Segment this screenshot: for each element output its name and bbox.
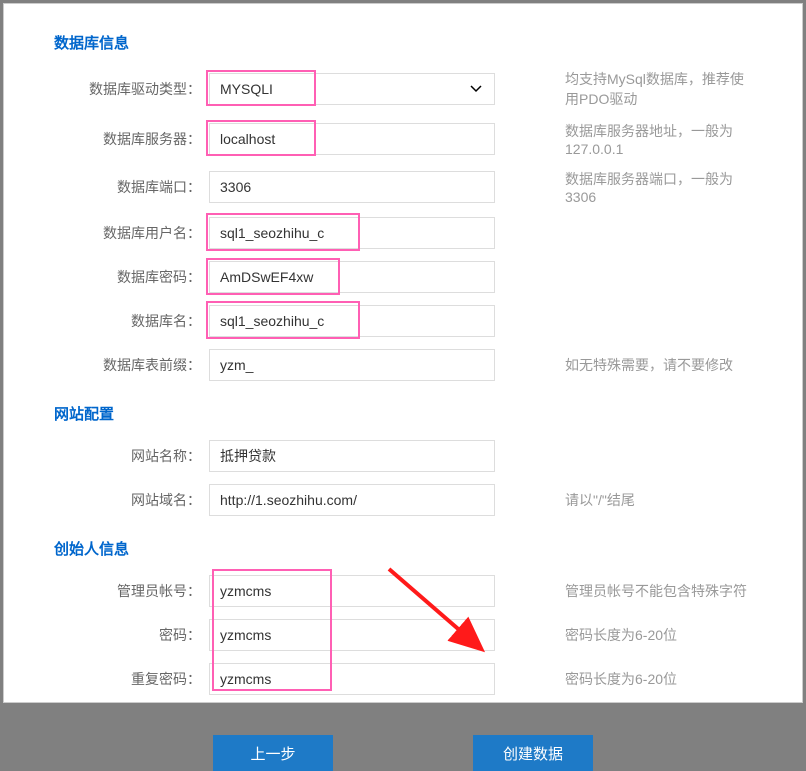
- prev-button[interactable]: 上一步: [213, 735, 333, 771]
- row-db-password: 数据库密码：: [54, 261, 752, 293]
- hint-admin-pwd2: 密码长度为6-20位: [565, 669, 752, 689]
- row-admin-pwd: 密码： 密码长度为6-20位: [54, 619, 752, 651]
- hint-site-domain: 请以"/"结尾: [565, 490, 752, 510]
- row-db-name: 数据库名：: [54, 305, 752, 337]
- label-db-prefix: 数据库表前缀：: [54, 355, 209, 375]
- input-db-password[interactable]: [209, 261, 495, 293]
- hint-db-port: 数据库服务器端口，一般为3306: [565, 169, 752, 205]
- input-db-name[interactable]: [209, 305, 495, 337]
- label-db-port: 数据库端口：: [54, 177, 209, 197]
- label-admin-pwd: 密码：: [54, 625, 209, 645]
- row-db-username: 数据库用户名：: [54, 217, 752, 249]
- row-db-driver: 数据库驱动类型： MYSQLI 均支持MySql数据库，推荐使用PDO驱动: [54, 69, 752, 109]
- input-db-server[interactable]: [209, 123, 495, 155]
- label-admin-account: 管理员帐号：: [54, 581, 209, 601]
- row-db-prefix: 数据库表前缀： 如无特殊需要，请不要修改: [54, 349, 752, 381]
- input-site-domain[interactable]: [209, 484, 495, 516]
- input-admin-pwd[interactable]: [209, 619, 495, 651]
- section-title-db: 数据库信息: [54, 32, 752, 53]
- input-db-port[interactable]: [209, 171, 495, 203]
- section-title-site: 网站配置: [54, 403, 752, 424]
- create-data-button[interactable]: 创建数据: [473, 735, 593, 771]
- row-site-name: 网站名称：: [54, 440, 752, 472]
- input-db-prefix[interactable]: [209, 349, 495, 381]
- hint-admin-account: 管理员帐号不能包含特殊字符: [565, 581, 752, 601]
- select-db-driver[interactable]: MYSQLI: [209, 73, 495, 105]
- label-db-driver: 数据库驱动类型：: [54, 79, 209, 99]
- label-site-name: 网站名称：: [54, 446, 209, 466]
- label-db-name: 数据库名：: [54, 311, 209, 331]
- row-db-server: 数据库服务器： 数据库服务器地址，一般为127.0.0.1: [54, 121, 752, 157]
- label-db-username: 数据库用户名：: [54, 223, 209, 243]
- hint-db-server: 数据库服务器地址，一般为127.0.0.1: [565, 121, 752, 157]
- row-db-port: 数据库端口： 数据库服务器端口，一般为3306: [54, 169, 752, 205]
- label-db-password: 数据库密码：: [54, 267, 209, 287]
- row-site-domain: 网站域名： 请以"/"结尾: [54, 484, 752, 516]
- input-db-username[interactable]: [209, 217, 495, 249]
- row-admin-pwd2: 重复密码： 密码长度为6-20位: [54, 663, 752, 695]
- input-admin-pwd2[interactable]: [209, 663, 495, 695]
- hint-admin-pwd: 密码长度为6-20位: [565, 625, 752, 645]
- label-admin-pwd2: 重复密码：: [54, 669, 209, 689]
- section-title-founder: 创始人信息: [54, 538, 752, 559]
- label-site-domain: 网站域名：: [54, 490, 209, 510]
- hint-db-prefix: 如无特殊需要，请不要修改: [565, 355, 752, 375]
- button-row: 上一步 创建数据: [54, 735, 752, 771]
- label-db-server: 数据库服务器：: [54, 129, 209, 149]
- row-admin-account: 管理员帐号： 管理员帐号不能包含特殊字符: [54, 575, 752, 607]
- input-admin-account[interactable]: [209, 575, 495, 607]
- install-form-container: 数据库信息 数据库驱动类型： MYSQLI 均支持MySql数据库，推荐使用PD…: [3, 3, 803, 703]
- input-site-name[interactable]: [209, 440, 495, 472]
- hint-db-driver: 均支持MySql数据库，推荐使用PDO驱动: [565, 69, 752, 109]
